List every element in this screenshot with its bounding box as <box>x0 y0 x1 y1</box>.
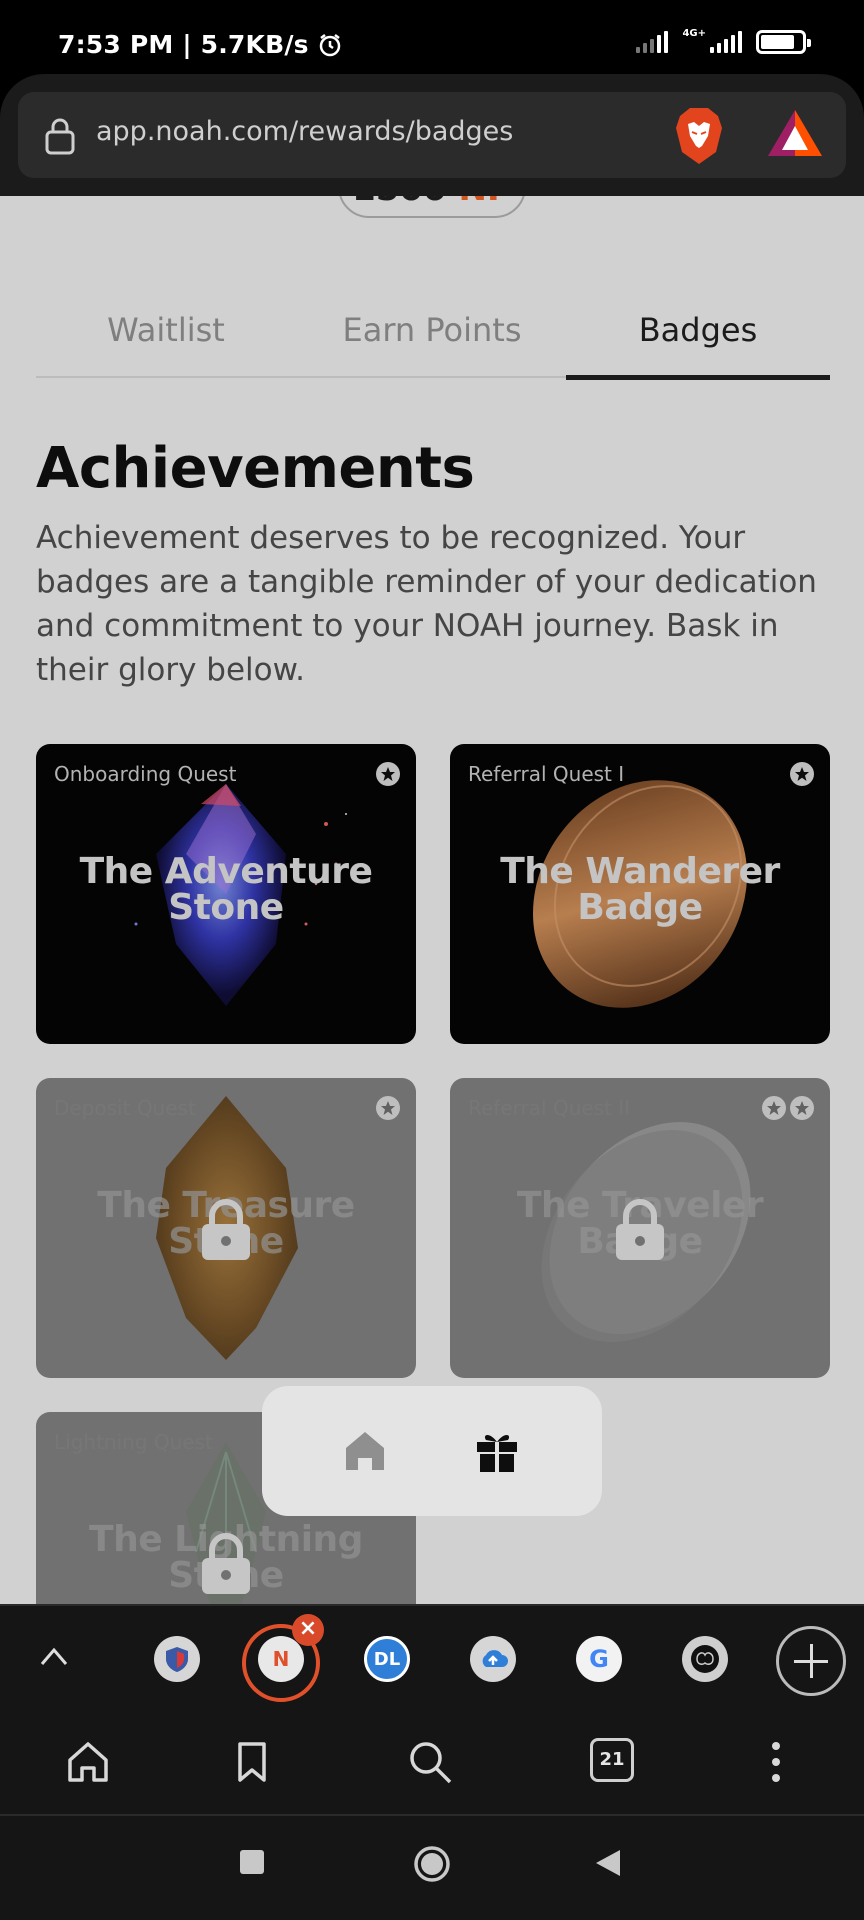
padlock-icon <box>202 1199 250 1260</box>
signal-icon <box>636 31 669 53</box>
tab-earn-points[interactable]: Earn Points <box>298 300 566 378</box>
bookmark-icon[interactable] <box>228 1738 276 1786</box>
badge-name: The Adventure Stone <box>36 854 416 926</box>
close-tab-icon[interactable]: × <box>292 1614 324 1646</box>
badge-stars <box>790 762 814 786</box>
gift-icon[interactable] <box>474 1428 520 1474</box>
dl-favicon-letters: DL <box>373 1648 401 1670</box>
bat-rewards-icon[interactable] <box>766 108 824 160</box>
badge-name: The Wanderer Badge <box>450 854 830 926</box>
browser-header: app.noah.com/rewards/badges <box>0 74 864 196</box>
cloud-upload-icon <box>482 1650 508 1667</box>
battery-icon <box>756 30 811 54</box>
brain-favicon-icon <box>691 1645 719 1673</box>
badge-stars <box>762 1096 814 1120</box>
page-title: Achievements <box>36 436 475 501</box>
tab-favicon-brain[interactable] <box>682 1636 728 1682</box>
url-text[interactable]: app.noah.com/rewards/badges <box>96 116 513 147</box>
app-floating-nav <box>262 1386 602 1516</box>
points-pill: 1500 NP <box>338 196 526 218</box>
badge-quest-label: Referral Quest I <box>468 762 625 786</box>
star-icon <box>762 1096 786 1120</box>
tab-favicon-noah[interactable]: N <box>258 1636 304 1682</box>
status-time-text: 7:53 PM | 5.7KB/s <box>58 30 309 59</box>
new-tab-button[interactable] <box>776 1626 846 1696</box>
star-icon <box>376 762 400 786</box>
status-time: 7:53 PM | 5.7KB/s <box>58 30 343 59</box>
badge-quest-label: Onboarding Quest <box>54 762 237 786</box>
status-bar: 7:53 PM | 5.7KB/s 4G+ <box>0 0 864 74</box>
badge-name-line2: Stone <box>168 887 284 928</box>
rewards-page: 1500 NP Waitlist Earn Points Badges Achi… <box>0 196 864 1604</box>
home-circle-icon[interactable] <box>412 1844 452 1884</box>
badge-card-adventure-stone[interactable]: Onboarding Quest The Adventure Stone <box>36 744 416 1044</box>
points-unit: NP <box>459 196 512 209</box>
home-icon[interactable] <box>342 1428 388 1474</box>
tab-favicon-shield[interactable] <box>154 1636 200 1682</box>
badge-quest-label: Referral Quest II <box>468 1096 631 1120</box>
tab-favicon-google[interactable]: G <box>576 1636 622 1682</box>
badge-stars <box>376 762 400 786</box>
badge-name-line2: Badge <box>577 887 703 928</box>
search-icon[interactable] <box>406 1738 454 1786</box>
signal-icon-2 <box>710 31 742 53</box>
noah-favicon-letter: N <box>272 1647 290 1671</box>
system-nav-bar <box>0 1816 864 1920</box>
recents-icon[interactable] <box>238 1848 266 1876</box>
more-menu-icon[interactable] <box>752 1738 800 1786</box>
badge-card-wanderer-badge[interactable]: Referral Quest I The Wanderer Badge <box>450 744 830 1044</box>
badge-quest-label: Deposit Quest <box>54 1096 196 1120</box>
back-icon[interactable] <box>594 1848 622 1878</box>
tab-badges[interactable]: Badges <box>566 300 830 380</box>
lock-icon[interactable] <box>44 116 76 156</box>
tab-favicon-cloud[interactable] <box>470 1636 516 1682</box>
status-icons: 4G+ <box>636 27 811 54</box>
network-type: 4G+ <box>682 27 706 39</box>
rewards-tabs: Waitlist Earn Points Badges <box>36 300 830 380</box>
alarm-icon <box>319 33 341 56</box>
badge-name-line1: The Adventure <box>79 851 373 892</box>
badge-stars <box>376 1096 400 1120</box>
chevron-up-icon[interactable] <box>38 1644 70 1668</box>
badge-card-traveler-badge[interactable]: Referral Quest II The Traveler Badge <box>450 1078 830 1378</box>
shield-favicon-icon <box>166 1647 188 1672</box>
browser-toolbar: 21 <box>0 1710 864 1816</box>
address-bar[interactable]: app.noah.com/rewards/badges <box>18 92 846 178</box>
star-icon <box>790 1096 814 1120</box>
badge-card-treasure-stone[interactable]: Deposit Quest The Treasure Stone <box>36 1078 416 1378</box>
padlock-icon <box>616 1199 664 1260</box>
star-icon <box>790 762 814 786</box>
tab-favicon-dl[interactable]: DL <box>364 1636 410 1682</box>
page-description: Achievement deserves to be recognized. Y… <box>36 520 817 688</box>
padlock-icon <box>202 1533 250 1594</box>
points-value: 1500 <box>352 196 447 209</box>
badge-quest-label: Lightning Quest <box>54 1430 213 1454</box>
brave-shields-icon[interactable] <box>672 106 726 166</box>
tab-strip: N × DL G <box>0 1604 864 1710</box>
google-favicon-letter: G <box>589 1645 609 1673</box>
badge-name-line1: The Wanderer <box>500 851 780 892</box>
tab-waitlist[interactable]: Waitlist <box>36 300 296 378</box>
tab-count-button[interactable]: 21 <box>590 1738 634 1782</box>
home-icon[interactable] <box>64 1738 112 1786</box>
star-icon <box>376 1096 400 1120</box>
